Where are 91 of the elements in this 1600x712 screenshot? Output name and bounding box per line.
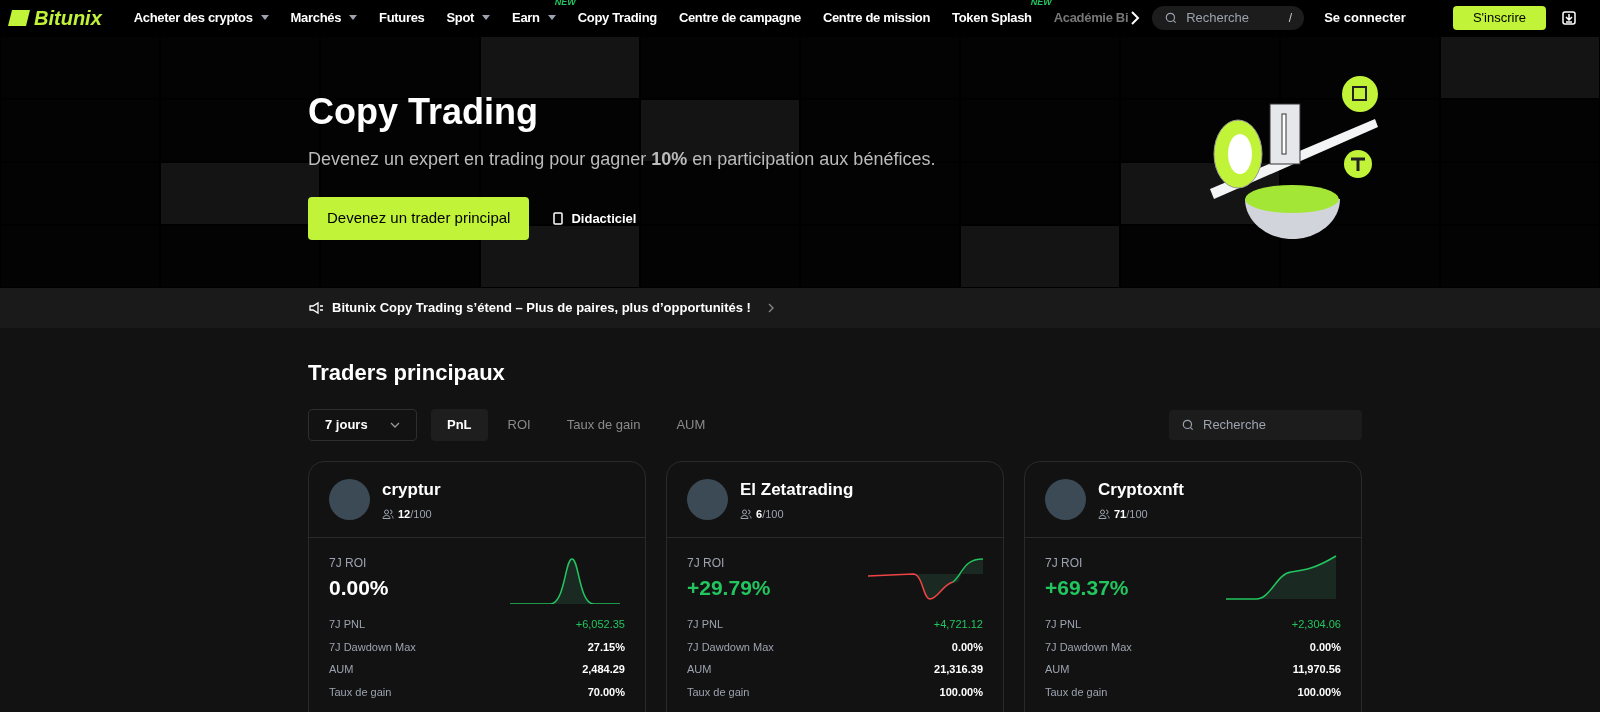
chevron-right-icon bbox=[766, 303, 775, 313]
hero-title: Copy Trading bbox=[308, 90, 539, 134]
caret-icon bbox=[482, 15, 491, 21]
follower-count: 6 bbox=[756, 507, 763, 522]
stat-value: 0.00% bbox=[951, 639, 983, 655]
roi-label: 7J ROI bbox=[1045, 555, 1084, 572]
become-trader-button[interactable]: Devenez un trader principal bbox=[308, 197, 530, 240]
search-icon bbox=[1164, 11, 1179, 25]
stat-value: 2,484.29 bbox=[582, 662, 625, 677]
stat-value: 27.15% bbox=[587, 639, 625, 655]
tutorial-link[interactable]: Didacticiel bbox=[553, 208, 637, 229]
follower-capacity: /100 bbox=[1126, 507, 1148, 522]
stat-value: +2,304.06 bbox=[1291, 617, 1341, 632]
stat-label: 7J PNL bbox=[687, 617, 724, 632]
roi-value: +69.37% bbox=[1045, 575, 1129, 601]
stat-value: +4,721.12 bbox=[933, 617, 983, 632]
users-icon bbox=[740, 508, 752, 521]
trader-card[interactable]: Cryptoxnft 71/100 7J ROI +69.37% 7J PNL +2,304.06 7J Dawdown Max 0.00% AUM 11,970.56 Taux de gain 100.00% bbox=[1024, 461, 1362, 712]
trader-search-input[interactable]: Recherche bbox=[1203, 415, 1331, 435]
sort-tab[interactable]: AUM bbox=[660, 409, 722, 441]
caret-icon bbox=[260, 15, 269, 21]
period-dropdown[interactable]: 7 jours bbox=[308, 409, 417, 441]
roi-label: 7J ROI bbox=[329, 555, 368, 572]
announcement-bar[interactable]: Bitunix Copy Trading s’étend – Plus de paires, plus d’opportunités ! bbox=[0, 288, 1600, 328]
search-field[interactable]: Recherche / bbox=[1152, 6, 1305, 30]
nav-link[interactable]: Token Splash bbox=[952, 8, 1032, 28]
logo-text[interactable]: Bitunix bbox=[34, 4, 102, 32]
stat-label: 7J Dawdown Max bbox=[1045, 639, 1132, 655]
stat-label: AUM bbox=[329, 662, 354, 677]
hero-subtitle: Devenez un expert en trading pour gagner 10% en participation aux bénéfices. bbox=[308, 148, 936, 171]
stat-label: Taux de gain bbox=[687, 684, 750, 700]
trader-name: cryptur bbox=[382, 478, 441, 501]
avatar bbox=[1045, 479, 1086, 520]
trader-card[interactable]: cryptur 12/100 7J ROI 0.00% 7J PNL +6,052.35 7J Dawdown Max 27.15% AUM 2,484.29 Taux de gain 70.00% bbox=[308, 461, 646, 712]
stat-value: 21,316.39 bbox=[934, 662, 983, 677]
announcement-text: Bitunix Copy Trading s’étend – Plus de paires, plus d’opportunités ! bbox=[332, 299, 751, 318]
nav-link[interactable]: Centre de mission bbox=[822, 8, 931, 28]
follower-capacity: /100 bbox=[762, 507, 784, 522]
trader-card[interactable]: El Zetatrading 6/100 7J ROI +29.79% 7J PNL +4,721.12 7J Dawdown Max 0.00% AUM 21,316.39 Taux de gain 100.00% bbox=[666, 461, 1004, 712]
stat-label: AUM bbox=[687, 662, 712, 677]
roi-label: 7J ROI bbox=[687, 555, 726, 572]
nav-link[interactable]: Copy Trading bbox=[577, 8, 657, 28]
stat-value: 0.00% bbox=[1309, 639, 1341, 655]
login-link[interactable]: Se connecter bbox=[1324, 8, 1406, 28]
stat-label: 7J PNL bbox=[329, 617, 366, 632]
stat-value: 70.00% bbox=[587, 684, 625, 700]
roi-value: +29.79% bbox=[687, 575, 771, 601]
trader-name: El Zetatrading bbox=[740, 478, 854, 501]
avatar bbox=[687, 479, 728, 520]
download-icon[interactable] bbox=[1562, 11, 1576, 25]
caret-icon bbox=[349, 15, 358, 21]
nav-link[interactable]: Centre de campagne bbox=[678, 8, 801, 28]
stat-label: Taux de gain bbox=[329, 684, 392, 700]
chevron-right-icon[interactable] bbox=[1130, 11, 1141, 25]
users-icon bbox=[1098, 508, 1110, 521]
caret-icon bbox=[547, 15, 556, 21]
stat-label: 7J Dawdown Max bbox=[329, 639, 416, 655]
avatar bbox=[329, 479, 370, 520]
nav-link[interactable]: Académie Bi bbox=[1053, 8, 1129, 28]
stat-value: 11,970.56 bbox=[1292, 662, 1341, 677]
sort-tab[interactable]: PnL bbox=[431, 409, 488, 441]
stat-value: 100.00% bbox=[939, 684, 983, 700]
sort-tab[interactable]: Taux de gain bbox=[550, 409, 657, 441]
users-icon bbox=[382, 508, 394, 521]
stat-label: Taux de gain bbox=[1045, 684, 1108, 700]
stat-label: 7J PNL bbox=[1045, 617, 1082, 632]
follower-count: 12 bbox=[398, 507, 411, 522]
megaphone-icon bbox=[308, 301, 324, 315]
stat-value: +6,052.35 bbox=[575, 617, 625, 632]
book-icon bbox=[553, 212, 564, 225]
nav-link[interactable]: Earn bbox=[512, 8, 540, 28]
chevron-down-icon bbox=[390, 422, 400, 428]
search-icon bbox=[1181, 418, 1195, 432]
nav-link[interactable]: Acheter des cryptos bbox=[133, 8, 253, 28]
section-title: Traders principaux bbox=[308, 359, 506, 387]
nav-link[interactable]: Spot bbox=[446, 8, 475, 28]
trader-search-field[interactable]: Recherche bbox=[1169, 410, 1362, 440]
signup-button[interactable]: S'inscrire bbox=[1452, 6, 1546, 30]
shortcut-key: / bbox=[1288, 9, 1293, 27]
logo-icon bbox=[8, 10, 30, 26]
roi-value: 0.00% bbox=[329, 575, 389, 601]
stat-label: 7J Dawdown Max bbox=[687, 639, 774, 655]
follower-capacity: /100 bbox=[410, 507, 432, 522]
follower-count: 71 bbox=[1114, 507, 1127, 522]
stat-label: AUM bbox=[1045, 662, 1070, 677]
trader-name: Cryptoxnft bbox=[1098, 478, 1184, 501]
stat-value: 100.00% bbox=[1297, 684, 1341, 700]
nav-link[interactable]: Marchés bbox=[290, 8, 342, 28]
nav-link[interactable]: Futures bbox=[379, 8, 425, 28]
search-input[interactable]: Recherche bbox=[1186, 8, 1267, 28]
sort-tab[interactable]: ROI bbox=[491, 409, 547, 441]
